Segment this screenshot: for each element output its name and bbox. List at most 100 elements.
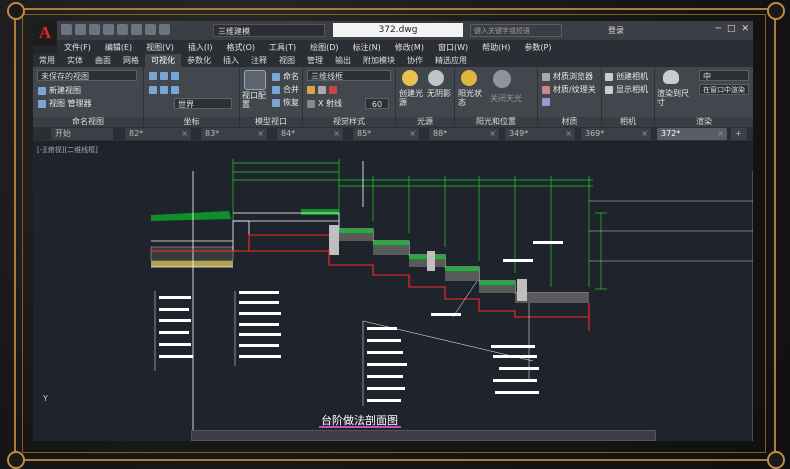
tab-featured-apps[interactable]: 精选应用 [429, 54, 473, 67]
join-viewports-button[interactable]: 合并 [272, 84, 299, 95]
login-button[interactable]: 登录 [608, 25, 624, 36]
menu-window[interactable]: 窗口(W) [438, 42, 468, 53]
close-tab-icon[interactable]: × [181, 128, 188, 140]
create-camera-button[interactable]: 创建相机 [605, 71, 648, 82]
named-view-dropdown[interactable]: 未保存的视图 [37, 70, 137, 81]
ucs-x-icon [149, 85, 157, 94]
close-tab-icon[interactable]: × [333, 128, 340, 140]
tab-annotate[interactable]: 注释 [245, 54, 273, 67]
create-light-icon[interactable] [402, 70, 418, 86]
doc-tab[interactable]: 83* × [201, 128, 267, 140]
tab-parametric[interactable]: 参数化 [181, 54, 217, 67]
minimize-icon[interactable]: ─ [716, 24, 721, 34]
undo-icon[interactable] [145, 24, 156, 35]
ucs-icon-row[interactable] [149, 71, 182, 80]
render-to-size-label: 渲染到尺寸 [657, 89, 689, 107]
tab-insert[interactable]: 插入 [217, 54, 245, 67]
material-texture-toggle[interactable]: 材质/纹理关 [542, 84, 596, 95]
open-file-icon[interactable] [75, 24, 86, 35]
sun-status-icon[interactable] [461, 70, 477, 86]
drawing-canvas[interactable]: [-][俯视][二维线框] Y 台阶做法剖面图 [33, 141, 753, 441]
new-tab-button[interactable]: + [731, 128, 747, 140]
menu-view[interactable]: 视图(V) [146, 42, 174, 53]
menu-format[interactable]: 格式(O) [226, 42, 255, 53]
menu-draw[interactable]: 绘图(D) [310, 42, 338, 53]
close-tab-icon[interactable]: × [489, 128, 496, 140]
ucs-world-dropdown[interactable]: 世界 [174, 98, 232, 109]
search-input[interactable]: 键入关键字或短语 [470, 24, 562, 37]
edge-effects-icon [307, 85, 315, 94]
close-tab-icon[interactable]: × [641, 128, 648, 140]
material-mapping-button[interactable] [542, 97, 553, 106]
close-tab-icon[interactable]: × [565, 128, 572, 140]
tab-output[interactable]: 输出 [329, 54, 357, 67]
workspace-dropdown[interactable]: 三维建模 [213, 24, 325, 37]
doc-tab[interactable]: 82* × [125, 128, 191, 140]
redo-icon[interactable] [159, 24, 170, 35]
view-manager-button[interactable]: 视图 管理器 [38, 98, 92, 109]
maximize-icon[interactable]: □ [727, 24, 736, 34]
menu-file[interactable]: 文件(F) [64, 42, 91, 53]
xray-toggle[interactable]: X 射线 [307, 98, 342, 109]
new-file-icon[interactable] [61, 24, 72, 35]
step-fills [329, 225, 589, 303]
render-in-window-dropdown[interactable]: 在窗口中渲染 [699, 84, 749, 95]
new-view-button[interactable]: 新建视图 [38, 85, 81, 96]
visual-style-dropdown[interactable]: 三维线框 [307, 70, 391, 81]
panel-label: 材质 [538, 117, 601, 127]
show-camera-button[interactable]: 显示相机 [605, 84, 648, 95]
quick-access-toolbar [61, 24, 170, 35]
new-view-icon [38, 86, 46, 95]
tab-collaborate[interactable]: 协作 [401, 54, 429, 67]
tab-view[interactable]: 视图 [273, 54, 301, 67]
doc-tab[interactable]: 85* × [353, 128, 419, 140]
viewport-config-icon[interactable] [244, 70, 266, 90]
menu-modify[interactable]: 修改(M) [395, 42, 424, 53]
close-icon[interactable]: ✕ [741, 24, 749, 34]
menu-insert[interactable]: 插入(I) [188, 42, 213, 53]
render-teapot-icon[interactable] [663, 70, 679, 84]
tab-addins[interactable]: 附加模块 [357, 54, 401, 67]
save-icon[interactable] [89, 24, 100, 35]
visual-style-tools[interactable] [307, 85, 340, 94]
sky-off-icon[interactable] [493, 70, 511, 88]
close-tab-icon[interactable]: × [717, 128, 724, 140]
doc-tab[interactable]: 88* × [429, 128, 499, 140]
opacity-value[interactable]: 60 [365, 98, 389, 109]
tab-manage[interactable]: 管理 [301, 54, 329, 67]
join-icon [272, 85, 280, 94]
menu-help[interactable]: 帮助(H) [482, 42, 510, 53]
panel-lights: 创建光源 无阴影 光源 [396, 67, 455, 127]
menu-tools[interactable]: 工具(T) [269, 42, 296, 53]
doc-tab[interactable]: 369* × [581, 128, 651, 140]
title-bar: A 三维建模 372.dwg 键入关键字或短语 登录 ─ □ ✕ [33, 21, 753, 45]
doc-tab[interactable]: 349* × [505, 128, 575, 140]
save-as-icon[interactable] [103, 24, 114, 35]
tab-visualize[interactable]: 可视化 [145, 54, 181, 67]
close-tab-icon[interactable]: × [409, 128, 416, 140]
tab-surface[interactable]: 曲面 [89, 54, 117, 67]
materials-browser-button[interactable]: 材质浏览器 [542, 71, 593, 82]
doc-tab[interactable]: 84* × [277, 128, 343, 140]
menu-dimension[interactable]: 标注(N) [353, 42, 381, 53]
menu-parameters[interactable]: 参数(P) [524, 42, 551, 53]
tab-solid[interactable]: 实体 [61, 54, 89, 67]
command-line-input[interactable] [191, 430, 656, 441]
tab-home[interactable]: 常用 [33, 54, 61, 67]
ribbon-tabs: 常用 实体 曲面 网格 可视化 参数化 插入 注释 视图 管理 输出 附加模块 … [33, 54, 753, 67]
named-viewports-button[interactable]: 命名 [272, 71, 299, 82]
render-quality-dropdown[interactable]: 中 [699, 70, 749, 81]
cad-drawing [150, 159, 753, 441]
doc-tab-start[interactable]: 开始 [51, 128, 113, 140]
restore-viewports-button[interactable]: 恢复 [272, 97, 299, 108]
menu-edit[interactable]: 编辑(E) [105, 42, 132, 53]
ucs-axis-row[interactable] [149, 85, 182, 94]
close-tab-icon[interactable]: × [257, 128, 264, 140]
print-icon[interactable] [131, 24, 142, 35]
shadow-off-icon[interactable] [428, 70, 444, 86]
tab-mesh[interactable]: 网格 [117, 54, 145, 67]
doc-tab-active[interactable]: 372* × [657, 128, 727, 140]
web-icon[interactable] [117, 24, 128, 35]
view-manager-icon [38, 99, 46, 108]
app-logo-icon[interactable]: A [33, 21, 57, 45]
